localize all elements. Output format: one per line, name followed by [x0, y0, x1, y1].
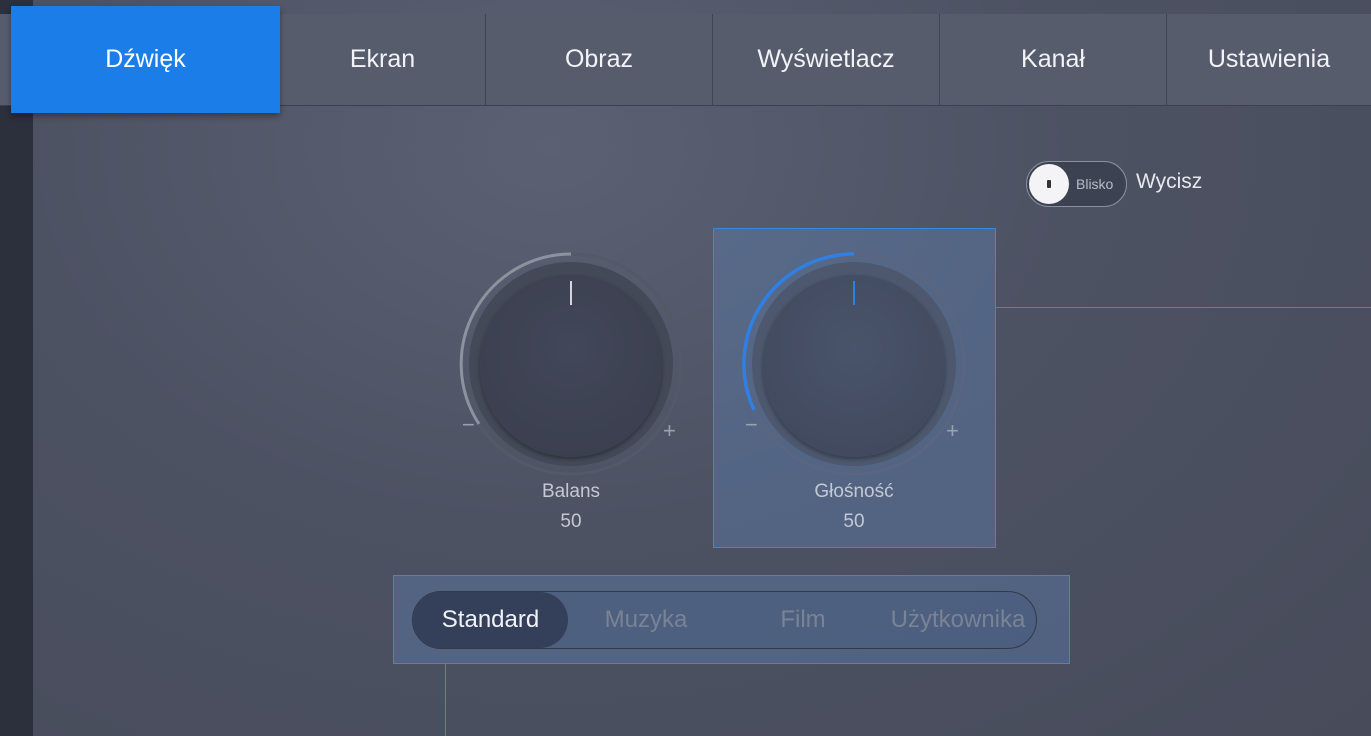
tab-sound[interactable]: Dźwięk	[11, 6, 280, 113]
mode-film[interactable]: Film	[738, 592, 868, 648]
mute-label: Wycisz	[1136, 170, 1203, 193]
volume-label: Głośność	[814, 481, 894, 502]
focus-connector-line	[996, 307, 1371, 308]
sound-mode-selector: Standard Muzyka Film Użytkownika	[412, 591, 1037, 649]
balance-knob-indicator	[570, 281, 572, 305]
tab-channel[interactable]: Kanał	[940, 14, 1167, 105]
toggle-state-label: Blisko	[1076, 176, 1114, 192]
volume-plus-icon: +	[946, 418, 959, 443]
tab-display[interactable]: Wyświetlacz	[713, 14, 940, 105]
mode-standard[interactable]: Standard	[413, 592, 568, 648]
volume-knob[interactable]	[740, 250, 970, 480]
mode-user[interactable]: Użytkownika	[883, 592, 1033, 648]
tab-settings[interactable]: Ustawienia	[1167, 14, 1371, 105]
toggle-thumb	[1029, 164, 1069, 204]
volume-knob-indicator	[853, 281, 855, 305]
volume-value: 50	[843, 511, 865, 532]
mode-music[interactable]: Muzyka	[581, 592, 711, 648]
volume-minus-icon: −	[745, 412, 758, 437]
mute-toggle[interactable]: Blisko	[1026, 161, 1127, 207]
balance-minus-icon: −	[462, 412, 475, 437]
balance-label: Balans	[541, 481, 601, 502]
tab-screen[interactable]: Ekran	[280, 14, 486, 105]
balance-plus-icon: +	[663, 418, 676, 443]
balance-knob[interactable]	[457, 250, 687, 480]
tab-picture[interactable]: Obraz	[486, 14, 713, 105]
balance-value: 50	[560, 511, 582, 532]
mode-connector-line	[445, 664, 446, 736]
